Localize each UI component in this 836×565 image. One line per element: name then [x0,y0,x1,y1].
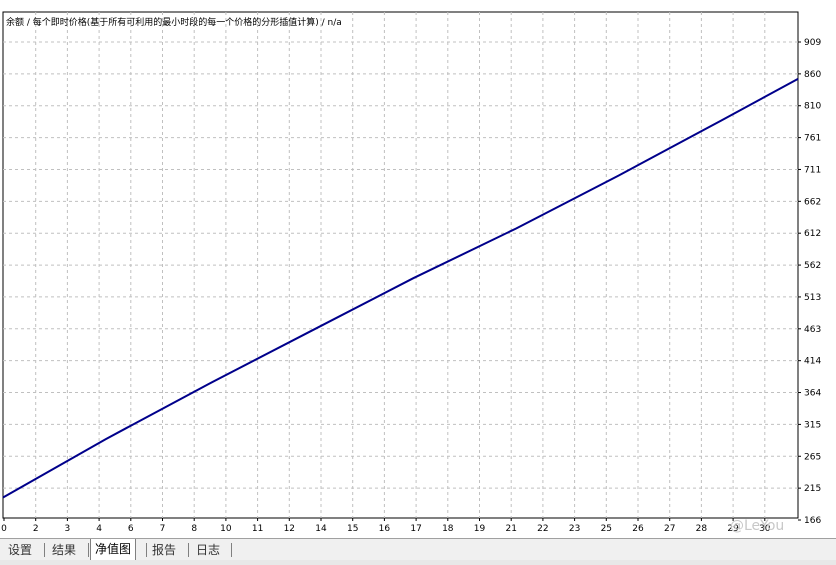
y-tick-label: 215 [804,484,821,494]
tab-1[interactable]: 结果 [52,541,76,559]
x-tick-label: 15 [347,524,358,534]
y-tick-label: 612 [804,229,821,239]
x-tick-label: 3 [65,524,71,534]
y-tick-label: 562 [804,261,821,271]
y-tick-label: 761 [804,134,821,144]
y-tick-label: 414 [804,357,821,367]
x-tick-label: 2 [33,524,39,534]
x-tick-label: 10 [220,524,232,534]
tab-separator [188,543,189,557]
x-tick-label: 11 [252,524,263,534]
tab-4[interactable]: 日志 [196,541,220,559]
x-tick-label: 6 [128,524,134,534]
x-tick-label: 4 [96,524,102,534]
x-tick-label: 22 [537,524,548,534]
x-tick-label: 8 [191,524,197,534]
equity-chart: 9098608107617116626125625134634143643152… [1,11,821,534]
y-tick-label: 364 [804,389,821,399]
tab-separator [146,543,147,557]
x-tick-label: 18 [442,524,454,534]
y-tick-label: 810 [804,102,821,112]
x-tick-label: 0 [1,524,7,534]
tab-2[interactable]: 净值图 [90,539,137,561]
x-tick-label: 27 [664,524,675,534]
y-tick-label: 513 [804,293,821,303]
x-tick-label: 28 [696,524,708,534]
x-tick-label: 19 [474,524,486,534]
y-tick-label: 909 [804,38,821,48]
tab-separator [231,543,232,557]
tab-bar: 设置 结果 净值图 报告 日志 [0,538,836,561]
tab-3[interactable]: 报告 [152,541,176,559]
x-tick-label: 17 [410,524,421,534]
tab-0[interactable]: 设置 [8,541,32,559]
x-tick-label: 16 [379,524,391,534]
x-tick-label: 25 [601,524,612,534]
chart-title: 余额 / 每个即时价格(基于所有可利用的最小时段的每一个价格的分形插值计算) /… [6,16,342,28]
tab-separator [88,543,89,557]
y-tick-label: 662 [804,197,821,207]
x-tick-label: 23 [569,524,580,534]
x-tick-label: 26 [632,524,644,534]
bottom-strip [0,560,836,565]
tab-separator [44,543,45,557]
y-tick-label: 860 [804,70,821,80]
x-tick-label: 12 [284,524,295,534]
y-tick-label: 315 [804,420,821,430]
y-tick-label: 711 [804,165,821,175]
x-tick-label: 14 [315,524,327,534]
chart-area: 909 860 810 761 711 662 612 562 513 463 414 364 315 2… [0,0,836,538]
y-tick-label: 265 [804,452,821,462]
y-tick-label: 463 [804,325,821,335]
x-tick-label: 7 [160,524,166,534]
y-tick-label: 166 [804,516,821,526]
watermark: @LeYou [730,518,785,534]
x-tick-label: 21 [505,524,516,534]
